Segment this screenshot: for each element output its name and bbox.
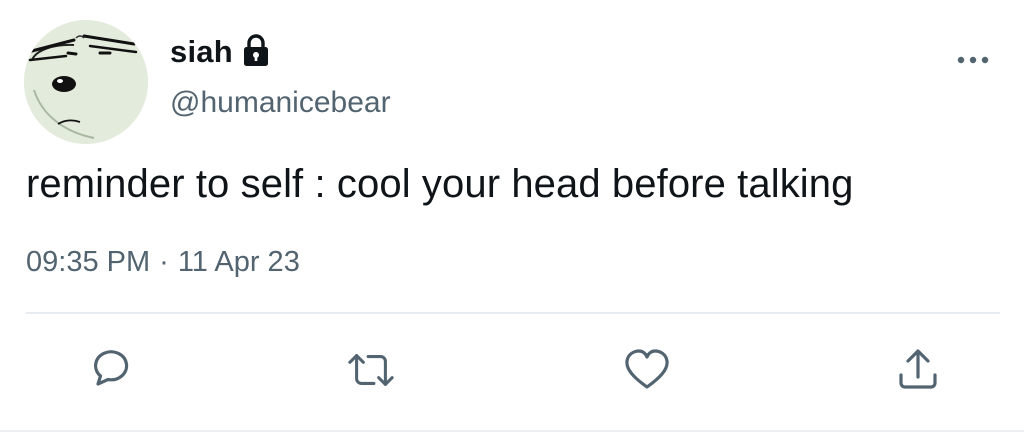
tweet-time: 09:35 PM	[26, 246, 151, 278]
polar-bear-avatar-icon	[24, 20, 148, 144]
user-handle[interactable]: @humanicebear	[170, 86, 391, 120]
display-name[interactable]: siah	[170, 34, 233, 70]
lock-icon	[241, 33, 271, 67]
heart-icon	[625, 349, 669, 389]
share-upload-icon	[899, 349, 937, 389]
display-name-row: siah	[170, 30, 271, 74]
divider	[26, 312, 1000, 314]
tweet-date: 11 Apr 23	[177, 246, 300, 278]
avatar[interactable]	[24, 20, 148, 144]
ellipsis-icon[interactable]	[956, 48, 990, 72]
reply-button[interactable]	[87, 346, 135, 394]
speech-bubble-icon	[94, 350, 129, 386]
tweet-timestamp[interactable]: 09:35 PM · 11 Apr 23	[26, 246, 300, 279]
tweet-text: reminder to self : cool your head before…	[26, 162, 854, 206]
tweet-card: siah @humanicebear reminder to self : co…	[0, 0, 1024, 442]
timestamp-separator: ·	[159, 246, 169, 278]
bottom-divider	[0, 430, 1024, 432]
like-button[interactable]	[623, 346, 671, 394]
retweet-button[interactable]	[347, 346, 395, 394]
retweet-arrows-icon	[348, 354, 394, 386]
share-button[interactable]	[894, 346, 942, 394]
